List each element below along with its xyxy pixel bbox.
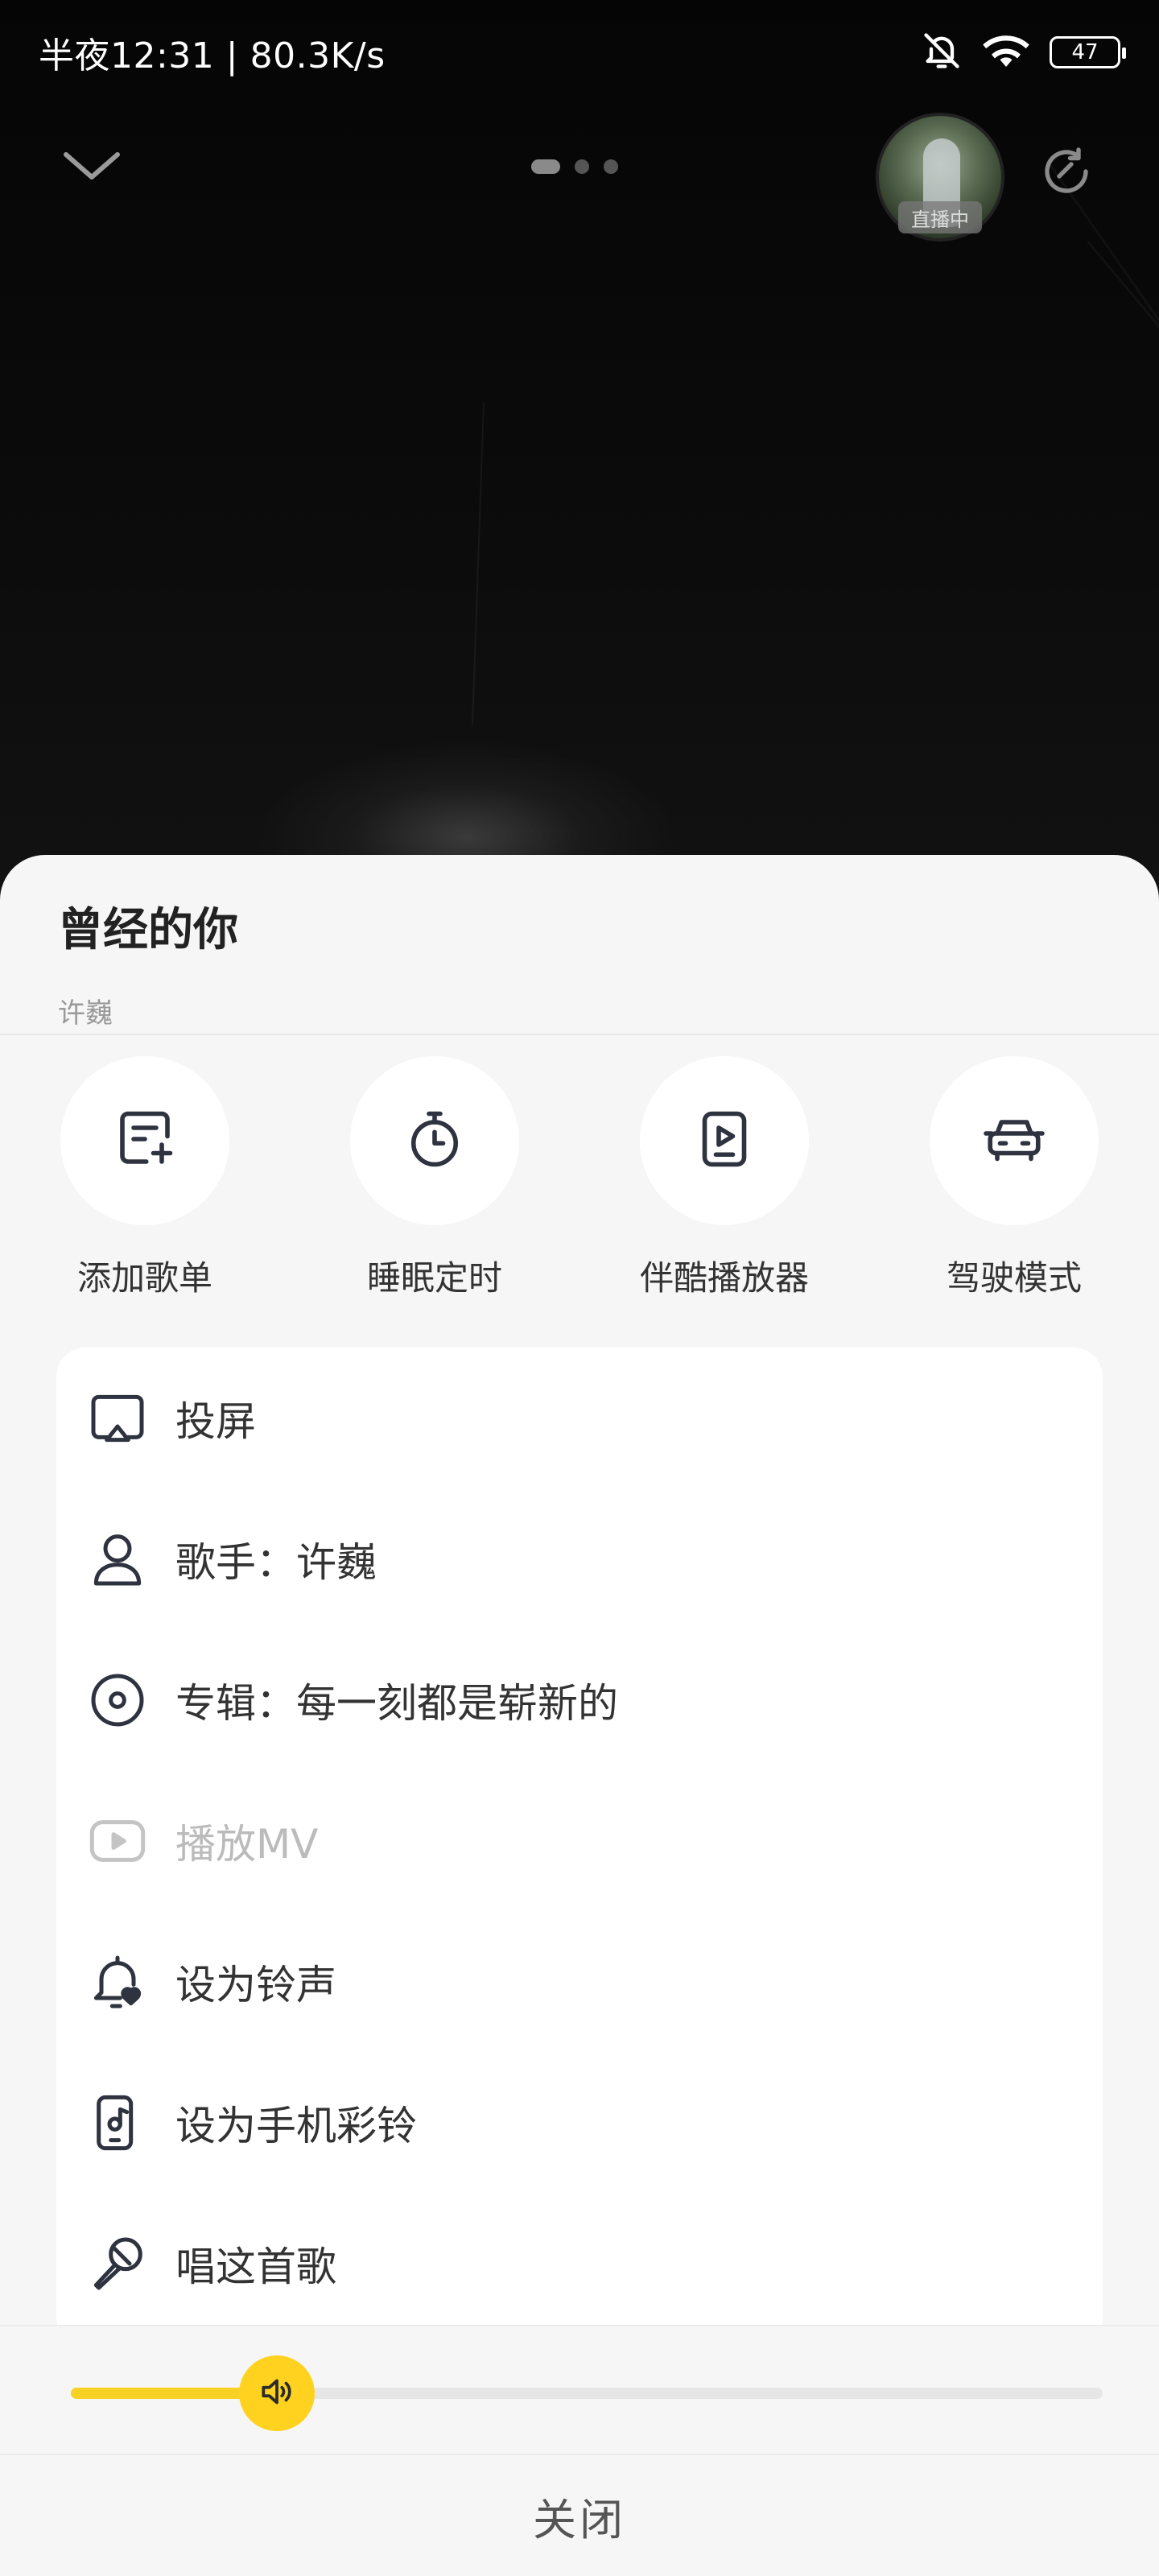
song-title: 曾经的你 <box>58 904 238 956</box>
options-menu: 投屏 歌手：许巍 专辑：每一刻都是崭新的 播放MV 设为铃声 设为手机彩铃 唱这… <box>56 1348 1103 2346</box>
singer-icon <box>85 1527 150 1591</box>
menu-item-label: 设为铃声 <box>175 1961 336 2008</box>
menu-item-play-mv[interactable]: 播放MV <box>56 1770 1103 1911</box>
player-skin-label: 伴酷播放器 <box>639 1258 809 1298</box>
play-mv-icon <box>85 1809 150 1873</box>
menu-item-label: 设为手机彩铃 <box>175 2102 417 2149</box>
menu-item-label: 播放MV <box>175 1820 319 1868</box>
refresh-icon <box>1037 142 1095 204</box>
collapse-button[interactable] <box>52 135 132 200</box>
page-dot[interactable] <box>575 159 589 174</box>
menu-item-singer[interactable]: 歌手：许巍 <box>56 1488 1103 1629</box>
menu-item-phone-ringback[interactable]: 设为手机彩铃 <box>56 2052 1103 2193</box>
player-top-nav: 直播中 <box>0 113 1159 242</box>
driving-mode-label: 驾驶模式 <box>946 1258 1082 1298</box>
status-bar: 半夜12:31 | 80.3K/s 47 <box>0 0 1159 105</box>
bell-muted-icon <box>921 30 963 75</box>
volume-slider-track[interactable] <box>71 2388 1103 2399</box>
status-time-speed: 半夜12:31 | 80.3K/s <box>39 35 386 76</box>
ringtone-icon <box>85 1950 150 2014</box>
add-playlist-icon <box>111 1105 179 1176</box>
album-icon <box>85 1668 150 1732</box>
chevron-down-icon <box>61 148 122 187</box>
sleep-timer-button[interactable]: 睡眠定时 <box>314 1056 555 1300</box>
menu-item-ringtone[interactable]: 设为铃声 <box>56 1911 1103 2052</box>
close-button[interactable]: 关闭 <box>0 2454 1159 2576</box>
quick-actions: 添加歌单 睡眠定时 伴酷播放器 驾驶模式 <box>0 1056 1159 1298</box>
menu-item-album[interactable]: 专辑：每一刻都是崭新的 <box>56 1629 1103 1770</box>
page-indicator <box>531 159 618 174</box>
close-label: 关闭 <box>533 2494 626 2545</box>
menu-item-label: 歌手：许巍 <box>175 1538 377 1586</box>
battery-icon: 47 <box>1050 36 1126 68</box>
phone-ringback-icon <box>85 2091 150 2155</box>
player-skin-button[interactable]: 伴酷播放器 <box>604 1056 845 1300</box>
menu-item-cast[interactable]: 投屏 <box>56 1348 1103 1488</box>
add-playlist-label: 添加歌单 <box>76 1258 212 1298</box>
menu-item-label: 专辑：每一刻都是崭新的 <box>175 1679 618 1727</box>
add-playlist-button[interactable]: 添加歌单 <box>24 1056 266 1300</box>
sleep-timer-label: 睡眠定时 <box>366 1258 502 1298</box>
live-badge: 直播中 <box>898 201 982 233</box>
menu-item-label: 投屏 <box>175 1397 256 1445</box>
song-header: 曾经的你 许巍 <box>58 894 238 1030</box>
wifi-icon <box>982 30 1030 75</box>
menu-item-sing-song[interactable]: 唱这首歌 <box>56 2193 1103 2334</box>
volume-control <box>0 2325 1159 2454</box>
player-icon <box>691 1105 758 1176</box>
microphone-icon <box>85 2231 150 2296</box>
divider <box>0 1034 1159 1035</box>
song-options-sheet: 曾经的你 许巍 添加歌单 睡眠定时 伴酷播放器 驾驶模式 投屏 歌手：许巍 专辑… <box>0 855 1159 2576</box>
driving-mode-button[interactable]: 驾驶模式 <box>893 1056 1135 1300</box>
battery-level: 47 <box>1071 40 1099 64</box>
car-icon <box>979 1105 1050 1176</box>
page-dot[interactable] <box>604 159 618 174</box>
volume-slider-knob[interactable] <box>239 2355 316 2431</box>
song-artist: 许巍 <box>58 997 113 1030</box>
menu-item-label: 唱这首歌 <box>175 2243 336 2290</box>
speaker-icon <box>257 2372 297 2415</box>
page-dot[interactable] <box>531 159 560 174</box>
cast-icon <box>85 1386 150 1451</box>
timer-icon <box>401 1105 468 1176</box>
refresh-button[interactable] <box>1030 137 1103 209</box>
